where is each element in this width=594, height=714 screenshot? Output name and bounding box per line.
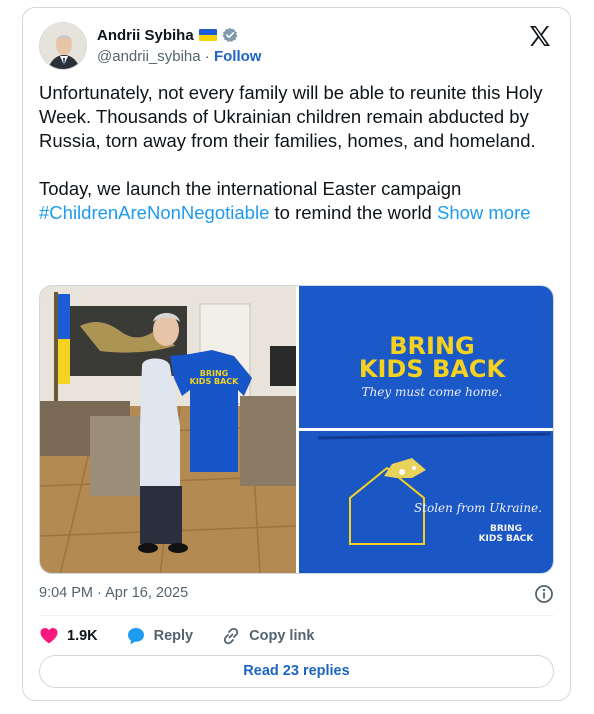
reply-icon xyxy=(127,628,144,645)
stolen-from-ukraine-text: Stolen from Ukraine. xyxy=(414,501,542,515)
ukraine-flag-icon xyxy=(198,29,217,41)
author-info: Andrii Sybiha @andrii_sybiha · Follow xyxy=(97,24,262,66)
media-grid[interactable]: BRING KIDS BACK BRING KIDS BACK They mus… xyxy=(39,285,554,574)
handle-separator: · xyxy=(204,48,210,65)
x-logo-icon[interactable] xyxy=(528,24,552,48)
read-replies-button[interactable]: Read 23 replies xyxy=(39,655,554,688)
tweet-date: Apr 16, 2025 xyxy=(105,585,189,601)
tweet-time: 9:04 PM xyxy=(39,585,93,601)
like-count: 1.9K xyxy=(67,628,98,644)
tagline-text: They must come home. xyxy=(362,385,503,399)
tweet-text: Unfortunately, not every family will be … xyxy=(39,81,554,225)
hashtag-link[interactable]: #ChildrenAreNonNegotiable xyxy=(39,202,269,223)
badge-line2: KIDS BACK xyxy=(479,534,535,544)
author-avatar[interactable] xyxy=(39,22,87,70)
info-icon[interactable] xyxy=(534,584,554,604)
show-more-link[interactable]: Show more xyxy=(437,202,531,223)
heart-icon xyxy=(40,628,58,644)
slogan-line2: KIDS BACK xyxy=(359,355,507,383)
tweet-body-part1: Unfortunately, not every family will be … xyxy=(39,82,543,199)
like-button[interactable]: 1.9K xyxy=(39,626,98,646)
author-handle[interactable]: @andrii_sybiha xyxy=(97,48,201,65)
slogan-closeup-photo[interactable]: BRING KIDS BACK They must come home. xyxy=(299,286,554,428)
link-icon xyxy=(223,627,239,645)
reply-label: Reply xyxy=(153,628,194,644)
sweatshirt-small-line2: KIDS BACK xyxy=(190,377,240,386)
reply-button[interactable]: Reply xyxy=(126,626,194,646)
follow-button[interactable]: Follow xyxy=(214,48,262,65)
action-bar: 1.9K Reply Copy link xyxy=(39,625,342,647)
divider xyxy=(39,615,554,616)
verified-badge-icon xyxy=(222,27,238,43)
office-photo[interactable]: BRING KIDS BACK xyxy=(40,286,297,574)
badge-line1: BRING xyxy=(490,524,522,534)
author-name[interactable]: Andrii Sybiha xyxy=(97,27,194,44)
copy-link-label: Copy link xyxy=(249,628,315,644)
timestamp-separator: · xyxy=(97,585,102,601)
copy-link-button[interactable]: Copy link xyxy=(221,626,314,646)
tweet-header: Andrii Sybiha @andrii_sybiha · Follow xyxy=(39,22,556,72)
stolen-closeup-photo[interactable]: Stolen from Ukraine. BRING KIDS BACK xyxy=(299,431,554,574)
tweet-timestamp[interactable]: 9:04 PM · Apr 16, 2025 xyxy=(39,585,554,607)
tweet-card: Andrii Sybiha @andrii_sybiha · Follow Un… xyxy=(22,7,571,701)
tweet-body-part2: to remind the world xyxy=(269,202,437,223)
